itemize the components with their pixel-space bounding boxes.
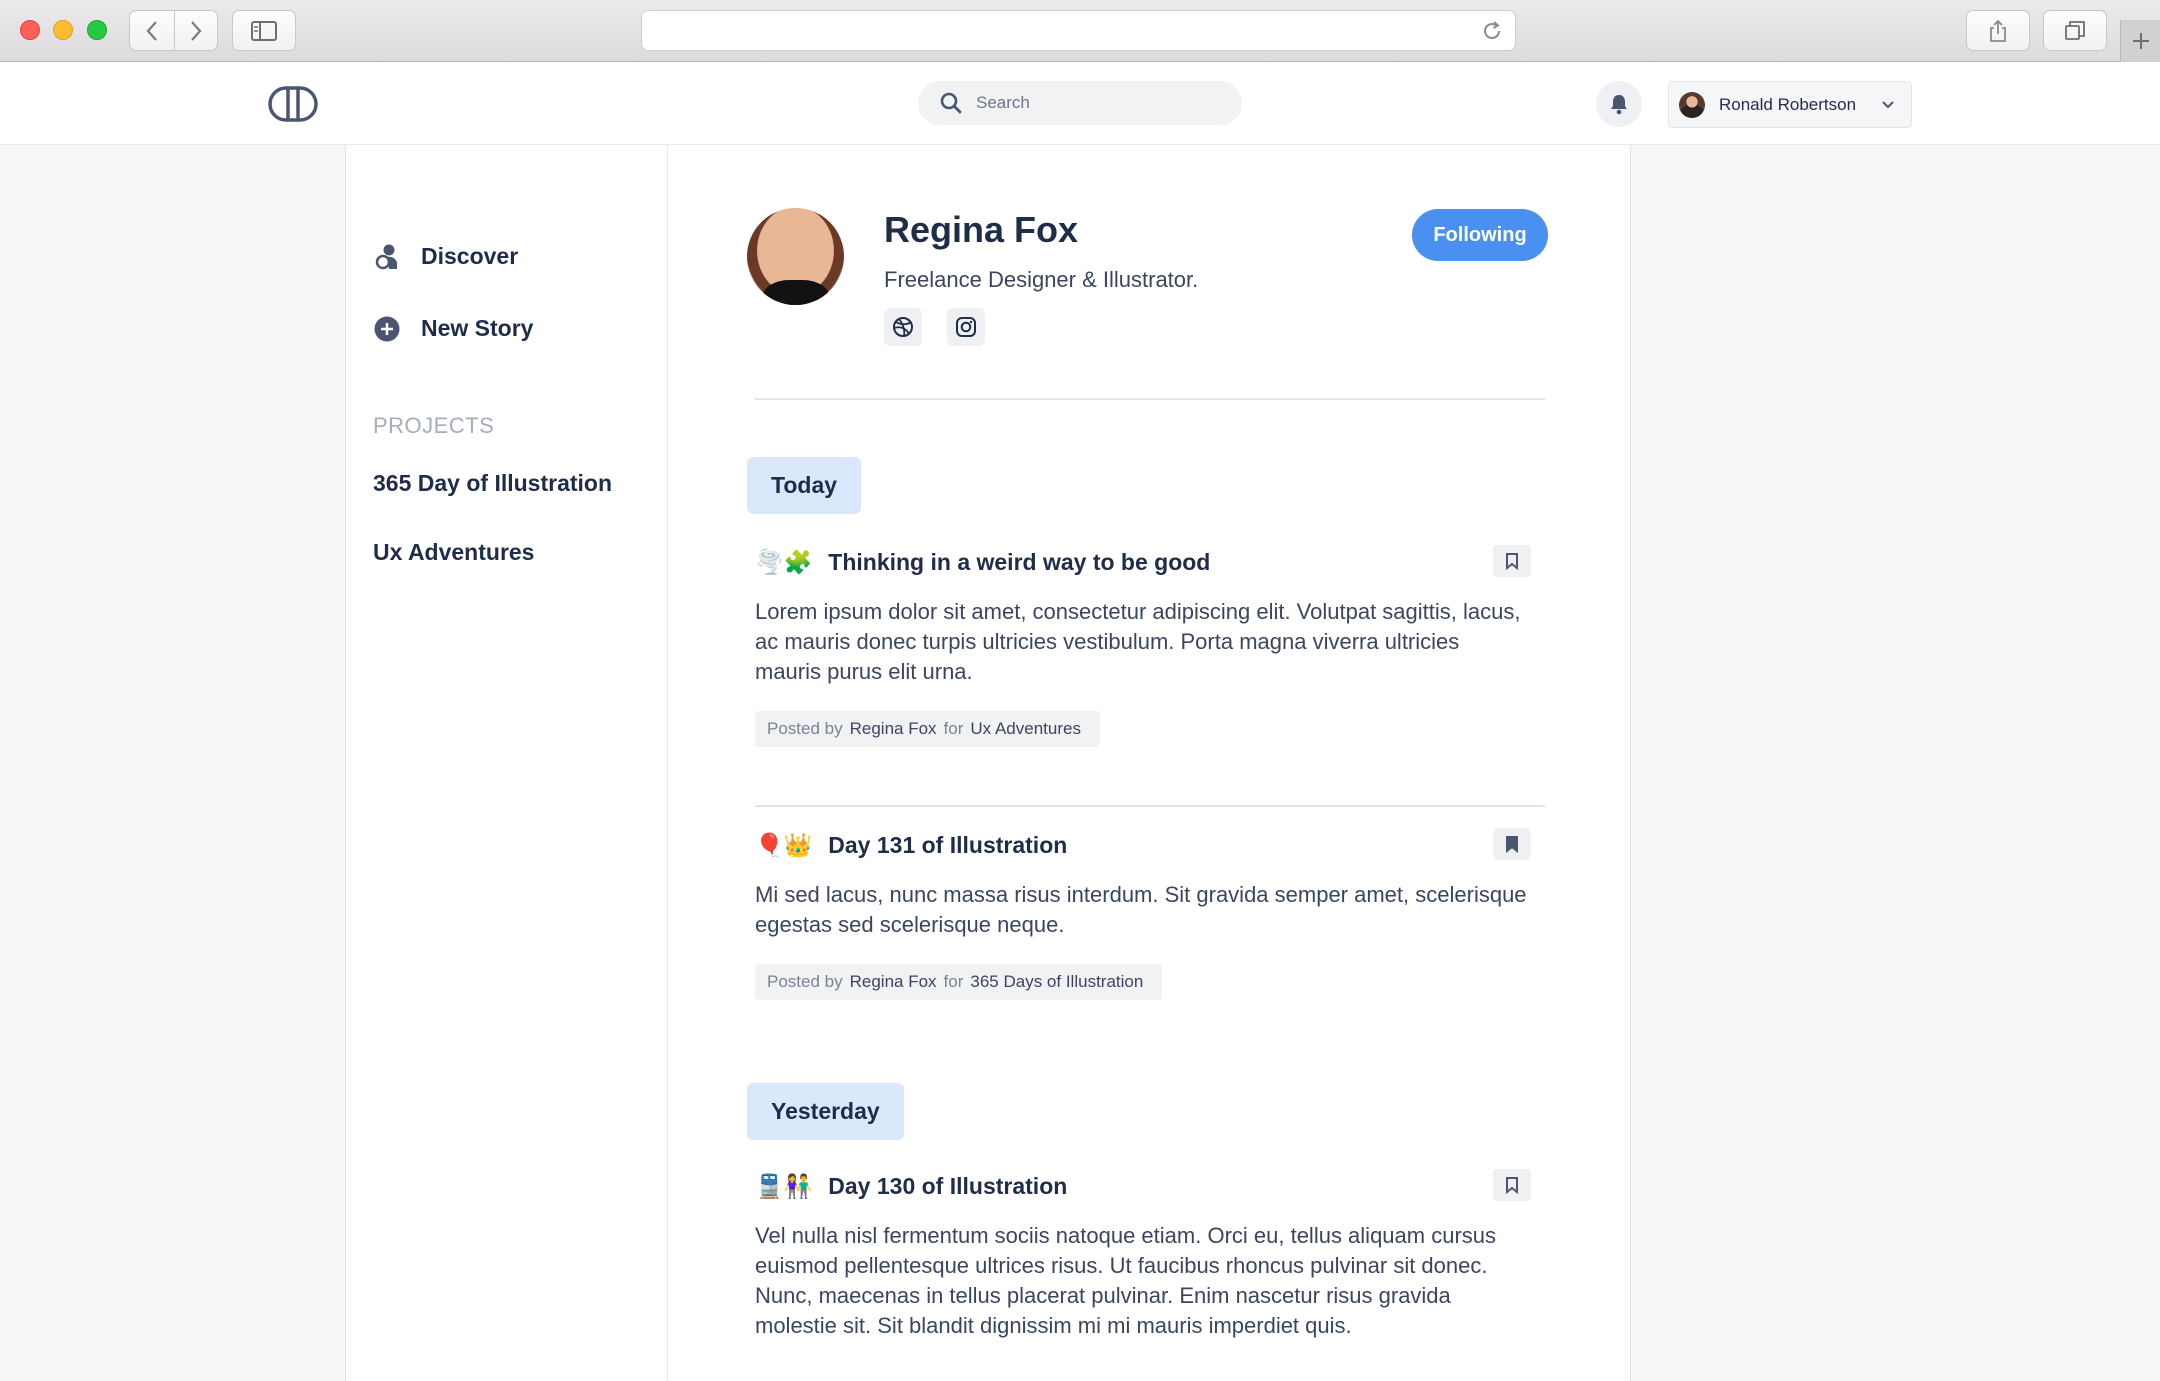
- user-name: Ronald Robertson: [1719, 94, 1857, 114]
- following-button[interactable]: Following: [1412, 209, 1548, 261]
- chevron-left-icon: [146, 20, 157, 41]
- story-card[interactable]: 🎈👑 Day 131 of Illustration Mi sed lacus,…: [755, 828, 1545, 1000]
- story-divider: [755, 805, 1545, 807]
- page-frame: Discover New Story PROJECTS 365 Day of I…: [345, 145, 1631, 1381]
- dribbble-link[interactable]: [884, 308, 922, 346]
- minimize-window-button[interactable]: [53, 20, 73, 40]
- browser-toolbar: [0, 0, 2160, 62]
- close-window-button[interactable]: [20, 20, 40, 40]
- search-bar[interactable]: [918, 81, 1242, 125]
- bookmark-button[interactable]: [1493, 828, 1531, 860]
- day-label-yesterday: Yesterday: [747, 1083, 904, 1140]
- left-sidebar: Discover New Story PROJECTS 365 Day of I…: [346, 145, 668, 1381]
- main-content: Regina Fox Freelance Designer & Illustra…: [669, 145, 1630, 1381]
- reload-icon[interactable]: [1481, 20, 1503, 42]
- show-tabs-button[interactable]: [2043, 10, 2107, 51]
- history-nav-group: [129, 10, 218, 51]
- story-title[interactable]: Day 130 of Illustration: [828, 1173, 1067, 1200]
- plus-icon: [2132, 33, 2149, 49]
- forward-button[interactable]: [173, 11, 218, 50]
- nav-label: New Story: [421, 315, 534, 341]
- user-avatar: [1679, 91, 1705, 118]
- search-input[interactable]: [976, 93, 1216, 113]
- dribbble-icon: [893, 317, 913, 337]
- bookmark-icon: [1506, 553, 1518, 570]
- profile-divider: [755, 398, 1545, 400]
- new-tab-button[interactable]: [2120, 20, 2160, 62]
- story-card[interactable]: 🚆👫 Day 130 of Illustration Vel nulla nis…: [755, 1169, 1545, 1341]
- bookmark-filled-icon: [1506, 836, 1518, 853]
- profile-name: Regina Fox: [884, 209, 1079, 250]
- story-meta: Posted by Regina Fox for Ux Adventures: [755, 711, 1100, 747]
- app-header: Ronald Robertson: [0, 62, 2160, 145]
- instagram-icon: [956, 317, 976, 337]
- day-label-today: Today: [747, 457, 862, 514]
- story-title[interactable]: Day 131 of Illustration: [828, 832, 1067, 859]
- story-author[interactable]: Regina Fox: [850, 972, 937, 992]
- projects-heading: PROJECTS: [373, 413, 495, 438]
- story-emoji: 🌪️🧩: [755, 548, 813, 575]
- project-link[interactable]: 365 Day of Illustration: [373, 470, 612, 497]
- story-project[interactable]: Ux Adventures: [970, 719, 1081, 739]
- bookmark-button[interactable]: [1493, 545, 1531, 577]
- story-author[interactable]: Regina Fox: [850, 719, 937, 739]
- app-logo[interactable]: [268, 86, 318, 127]
- notifications-button[interactable]: [1596, 81, 1642, 127]
- zoom-window-button[interactable]: [87, 20, 107, 40]
- posted-by-label: Posted by: [767, 719, 843, 738]
- sidebar-toggle-button[interactable]: [232, 10, 296, 51]
- story-meta: Posted by Regina Fox for 365 Days of Ill…: [755, 964, 1163, 1000]
- story-body: Vel nulla nisl fermentum sociis natoque …: [755, 1223, 1497, 1338]
- story-project[interactable]: 365 Days of Illustration: [970, 972, 1143, 992]
- story-title[interactable]: Thinking in a weird way to be good: [828, 549, 1210, 576]
- project-link[interactable]: Ux Adventures: [373, 539, 534, 566]
- profile-avatar: [747, 208, 844, 305]
- back-button[interactable]: [130, 11, 174, 50]
- nav-discover[interactable]: Discover: [374, 243, 518, 270]
- address-bar[interactable]: [641, 10, 1516, 51]
- share-icon: [1990, 19, 2006, 42]
- plus-circle-icon: [374, 316, 400, 342]
- user-discover-icon: [374, 244, 400, 270]
- bell-icon: [1611, 95, 1627, 115]
- profile-bio: Freelance Designer & Illustrator.: [884, 267, 1199, 292]
- story-body: Mi sed lacus, nunc massa risus interdum.…: [755, 882, 1527, 937]
- story-card[interactable]: 🌪️🧩 Thinking in a weird way to be good L…: [755, 545, 1545, 747]
- story-body: Lorem ipsum dolor sit amet, consectetur …: [755, 599, 1521, 684]
- nav-new-story[interactable]: New Story: [374, 315, 533, 342]
- chevron-down-icon: [1882, 101, 1894, 109]
- sidebar-icon: [251, 20, 277, 41]
- nav-label: Discover: [421, 243, 519, 269]
- story-emoji: 🚆👫: [755, 1172, 813, 1199]
- instagram-link[interactable]: [947, 308, 985, 346]
- for-label: for: [943, 972, 964, 991]
- search-icon: [940, 92, 962, 114]
- share-button[interactable]: [1966, 10, 2030, 51]
- for-label: for: [943, 719, 964, 738]
- user-menu[interactable]: Ronald Robertson: [1668, 81, 1912, 128]
- tabs-icon: [2065, 20, 2085, 40]
- chevron-right-icon: [190, 20, 202, 41]
- logo-icon: [268, 86, 318, 122]
- bookmark-button[interactable]: [1493, 1169, 1531, 1201]
- bookmark-icon: [1506, 1177, 1518, 1194]
- posted-by-label: Posted by: [767, 972, 843, 991]
- story-emoji: 🎈👑: [755, 831, 813, 858]
